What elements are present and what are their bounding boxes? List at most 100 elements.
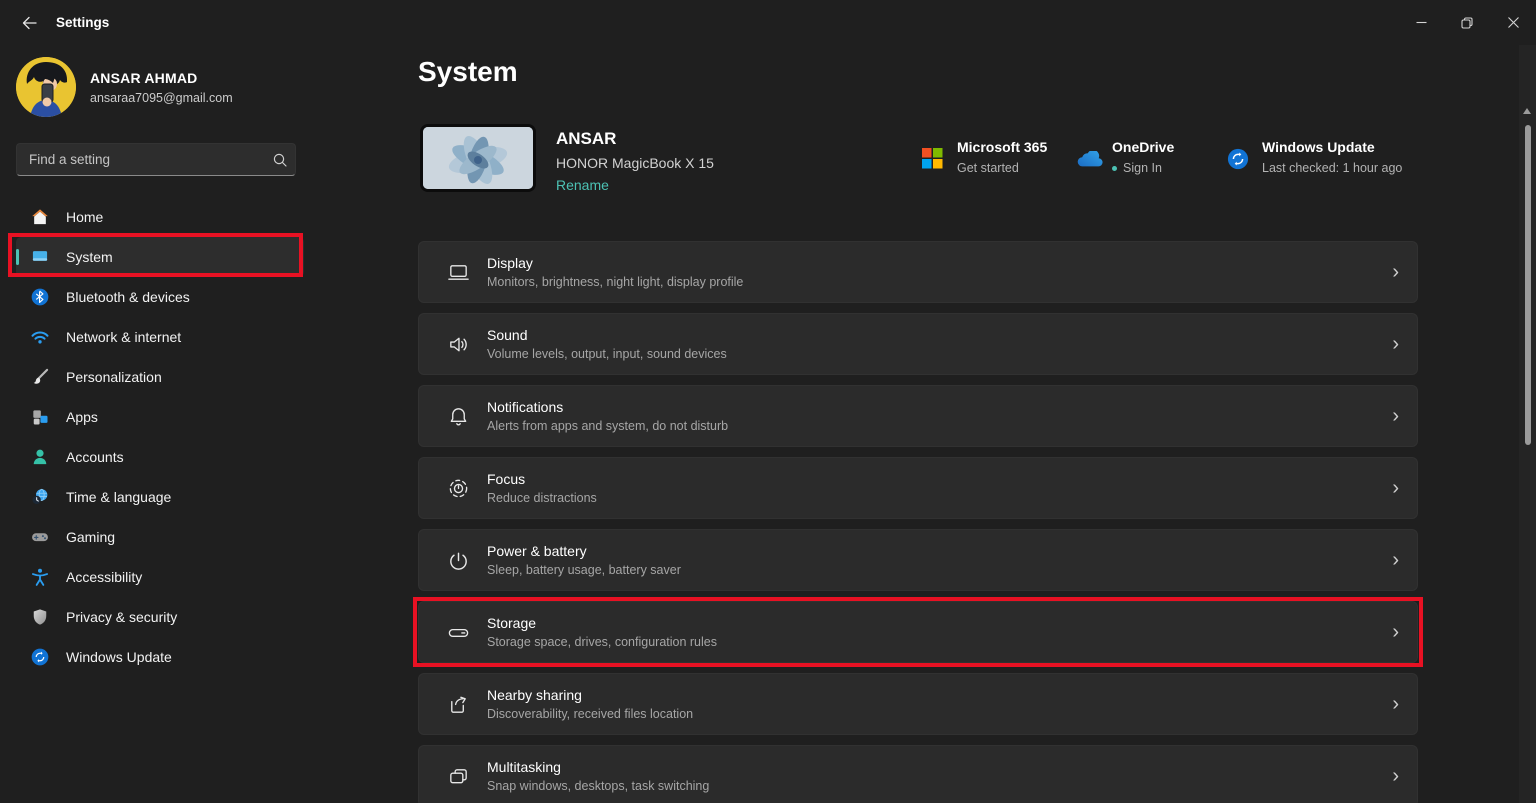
sidebar-item-label: Network & internet	[66, 329, 182, 345]
row-title: Nearby sharing	[487, 687, 582, 703]
avatar-illustration	[16, 57, 76, 117]
close-icon	[1507, 17, 1519, 28]
rename-link[interactable]: Rename	[556, 177, 609, 193]
settings-row-sound[interactable]: Sound Volume levels, output, input, sound…	[418, 313, 1418, 375]
settings-row-power-battery[interactable]: Power & battery Sleep, battery usage, bat…	[418, 529, 1418, 591]
sidebar-item-accounts[interactable]: Accounts	[16, 437, 304, 477]
bluetooth-icon	[29, 287, 50, 308]
power-icon	[447, 549, 470, 572]
minimize-button[interactable]	[1398, 0, 1444, 45]
row-subtitle: Reduce distractions	[487, 491, 597, 505]
settings-row-notifications[interactable]: Notifications Alerts from apps and system…	[418, 385, 1418, 447]
quicklink-subtitle: Sign In	[1112, 161, 1162, 175]
sidebar-item-bluetooth-devices[interactable]: Bluetooth & devices	[16, 277, 304, 317]
device-model: HONOR MagicBook X 15	[556, 155, 714, 171]
sidebar-item-home[interactable]: Home	[16, 197, 304, 237]
sidebar-item-apps[interactable]: Apps	[16, 397, 304, 437]
sidebar-item-windows-update[interactable]: Windows Update	[16, 637, 304, 677]
window-title: Settings	[56, 15, 110, 30]
sidebar-item-label: System	[66, 249, 113, 265]
minimize-icon	[1416, 21, 1426, 24]
quicklink-subtitle: Get started	[957, 161, 1019, 175]
row-title: Display	[487, 255, 533, 271]
sidebar-item-label: Gaming	[66, 529, 116, 545]
row-title: Focus	[487, 471, 526, 487]
back-button[interactable]	[14, 9, 44, 37]
display-icon	[447, 261, 470, 284]
user-email: ansaraa7095@gmail.com	[90, 91, 233, 105]
close-button[interactable]	[1490, 0, 1536, 45]
sidebar-item-label: Accessibility	[66, 569, 143, 585]
row-title: Storage	[487, 615, 537, 631]
microsoft-365-icon	[922, 148, 943, 174]
row-subtitle: Snap windows, desktops, task switching	[487, 779, 710, 793]
sidebar-item-gaming[interactable]: Gaming	[16, 517, 304, 557]
onedrive-icon	[1077, 149, 1104, 173]
chevron-right-icon: ›	[1392, 405, 1399, 427]
focus-icon	[447, 477, 470, 500]
sidebar-item-label: Bluetooth & devices	[66, 289, 190, 305]
search-input[interactable]	[17, 152, 265, 167]
row-title: Power & battery	[487, 543, 587, 559]
sidebar-item-time-language[interactable]: Time & language	[16, 477, 304, 517]
sidebar-nav: Home System Bluetooth & devices Network …	[16, 197, 304, 677]
settings-row-multitasking[interactable]: Multitasking Snap windows, desktops, task…	[418, 745, 1418, 803]
sidebar-item-system[interactable]: System	[16, 237, 304, 277]
device-thumbnail	[420, 124, 536, 192]
row-subtitle: Alerts from apps and system, do not dist…	[487, 419, 729, 433]
settings-list: Display Monitors, brightness, night light…	[418, 241, 1418, 803]
chevron-right-icon: ›	[1392, 693, 1399, 715]
sidebar-item-network-internet[interactable]: Network & internet	[16, 317, 304, 357]
nearby-sharing-icon	[447, 693, 470, 716]
settings-row-focus[interactable]: Focus Reduce distractions ›	[418, 457, 1418, 519]
apps-icon	[29, 407, 50, 428]
scrollbar-up-arrow-icon[interactable]	[1523, 108, 1531, 114]
quicklink-title: OneDrive	[1112, 139, 1175, 155]
system-icon	[29, 247, 50, 268]
row-subtitle: Sleep, battery usage, battery saver	[487, 563, 681, 577]
sidebar-item-label: Time & language	[66, 489, 172, 505]
gaming-icon	[29, 527, 50, 548]
network-icon	[29, 327, 50, 348]
page-title: System	[418, 56, 518, 87]
sidebar-item-personalization[interactable]: Personalization	[16, 357, 304, 397]
sidebar-item-privacy-security[interactable]: Privacy & security	[16, 597, 304, 637]
row-subtitle: Volume levels, output, input, sound devi…	[487, 347, 727, 361]
multitasking-icon	[447, 765, 470, 788]
settings-row-storage[interactable]: Storage Storage space, drives, configurat…	[418, 601, 1418, 663]
sidebar-item-label: Privacy & security	[66, 609, 178, 625]
settings-window: Settings ANSAR AHMAD ansaraa7095@gmail.c…	[0, 0, 1536, 803]
sidebar-item-label: Apps	[66, 409, 98, 425]
personalization-icon	[29, 367, 50, 388]
user-name: ANSAR AHMAD	[90, 70, 198, 86]
scrollbar-thumb[interactable]	[1524, 125, 1531, 445]
sidebar-item-label: Personalization	[66, 369, 162, 385]
row-subtitle: Storage space, drives, configuration rul…	[487, 635, 717, 649]
row-subtitle: Monitors, brightness, night light, displ…	[487, 275, 744, 289]
settings-row-display[interactable]: Display Monitors, brightness, night light…	[418, 241, 1418, 303]
sidebar-item-accessibility[interactable]: Accessibility	[16, 557, 304, 597]
storage-icon	[447, 621, 470, 644]
notifications-icon	[447, 405, 470, 428]
settings-row-nearby-sharing[interactable]: Nearby sharing Discoverability, received …	[418, 673, 1418, 735]
window-controls	[1398, 0, 1536, 45]
sidebar-item-label: Home	[66, 209, 104, 225]
sidebar: ANSAR AHMAD ansaraa7095@gmail.com Home S…	[0, 45, 320, 803]
time-language-icon	[29, 487, 50, 508]
row-title: Sound	[487, 327, 528, 343]
device-name: ANSAR	[556, 129, 617, 148]
quicklink-subtitle: Last checked: 1 hour ago	[1262, 161, 1403, 175]
search-icon	[265, 153, 295, 167]
arrow-left-icon	[22, 16, 37, 30]
home-icon	[29, 207, 50, 228]
restore-button[interactable]	[1444, 0, 1490, 45]
chevron-right-icon: ›	[1392, 477, 1399, 499]
sidebar-item-label: Accounts	[66, 449, 124, 465]
accounts-icon	[29, 447, 50, 468]
row-title: Multitasking	[487, 759, 561, 775]
quicklink-title: Windows Update	[1262, 139, 1375, 155]
chevron-right-icon: ›	[1392, 549, 1399, 571]
chevron-right-icon: ›	[1392, 333, 1399, 355]
restore-icon	[1461, 16, 1473, 29]
chevron-right-icon: ›	[1392, 765, 1399, 787]
